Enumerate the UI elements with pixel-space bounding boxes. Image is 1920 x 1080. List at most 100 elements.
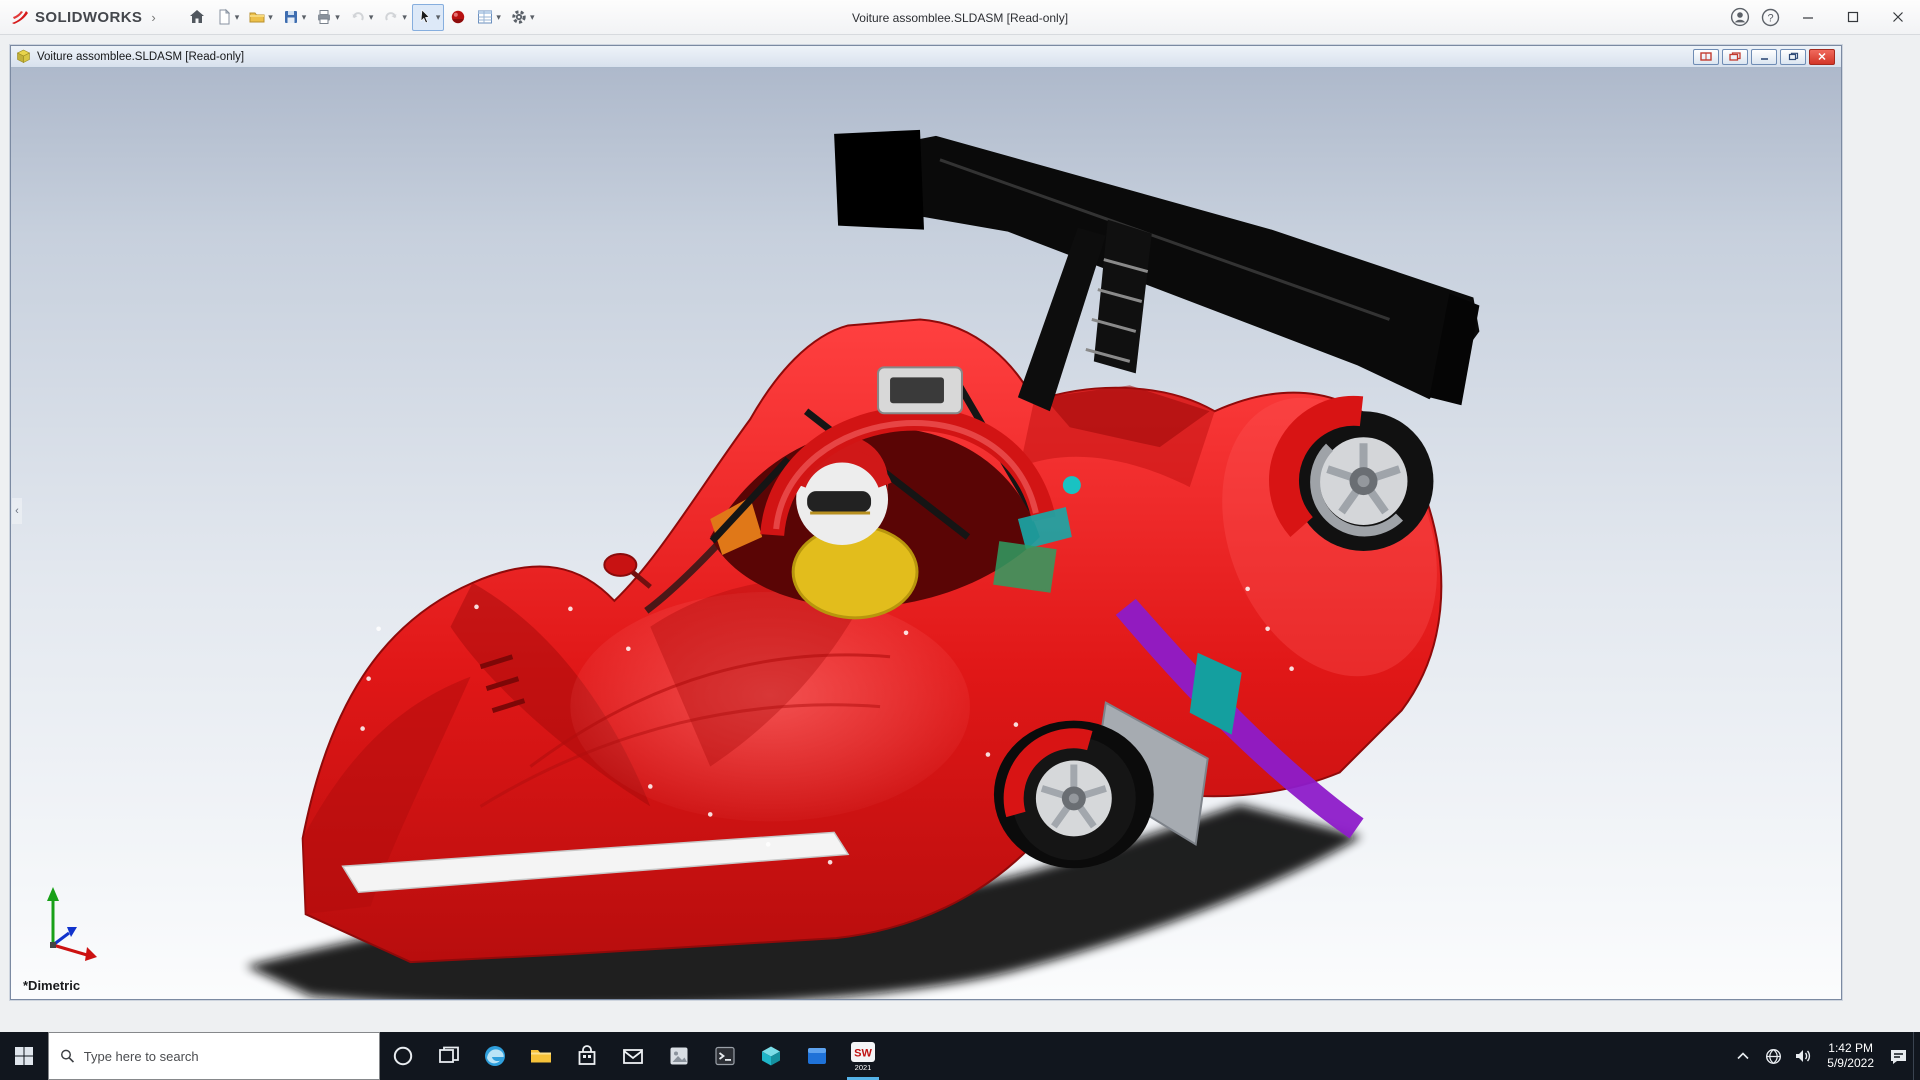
- user-account-icon: [1730, 7, 1750, 27]
- dropdown-caret-icon[interactable]: ▾: [268, 12, 273, 22]
- feature-panel-collapse-arrow[interactable]: ‹: [12, 498, 22, 524]
- print-icon: [318, 10, 331, 24]
- speaker-icon: [1796, 1050, 1811, 1062]
- svg-text:?: ?: [1767, 12, 1773, 24]
- app-maximize-button[interactable]: [1830, 0, 1875, 35]
- menu-expand-arrow[interactable]: ›: [151, 10, 155, 25]
- dropdown-caret-icon[interactable]: ▾: [436, 12, 441, 22]
- search-input[interactable]: [83, 1048, 368, 1064]
- dropdown-caret-icon[interactable]: ▾: [335, 12, 340, 22]
- dropdown-caret-icon[interactable]: ▾: [235, 12, 240, 22]
- network-icon: [1765, 1048, 1781, 1064]
- app-close-button[interactable]: [1875, 0, 1920, 35]
- command-prompt-icon: [715, 1046, 735, 1066]
- dropdown-caret-icon[interactable]: ▾: [302, 12, 307, 22]
- brand-text: SOLIDWORKS: [35, 8, 143, 26]
- taskbar-solidworks-button[interactable]: SW 2021: [840, 1032, 886, 1080]
- doc-pane-button-1[interactable]: [1693, 48, 1719, 65]
- app-title: Voiture assomblee.SLDASM [Read-only]: [851, 10, 1069, 25]
- photos-icon: [670, 1047, 688, 1065]
- new-document-icon: [219, 8, 230, 25]
- mail-icon: [623, 1049, 643, 1064]
- red-sphere-icon: [452, 10, 465, 24]
- dropdown-caret-icon[interactable]: ▾: [496, 12, 501, 22]
- taskbar-photos-button[interactable]: [656, 1032, 702, 1080]
- undo-button[interactable]: ▾: [345, 4, 378, 31]
- system-tray: 1:42 PM 5/9/2022: [1728, 1032, 1920, 1080]
- cortana-button[interactable]: [380, 1032, 426, 1080]
- notification-icon: [1890, 1049, 1906, 1064]
- taskbar-edge-button[interactable]: [472, 1032, 518, 1080]
- orientation-triad: [47, 887, 97, 961]
- taskbar-command-prompt-button[interactable]: [702, 1032, 748, 1080]
- open-folder-icon: [249, 12, 265, 23]
- doc-close-button[interactable]: [1809, 48, 1835, 65]
- options-button[interactable]: ▾: [506, 4, 539, 31]
- help-icon: ?: [1761, 8, 1779, 26]
- maximize-icon: [1847, 11, 1858, 23]
- doc-minimize-button[interactable]: [1751, 48, 1777, 65]
- doc-restore-button[interactable]: [1780, 48, 1806, 65]
- save-button[interactable]: ▾: [278, 4, 311, 31]
- minimize-icon: [1802, 17, 1813, 19]
- tray-volume-button[interactable]: [1788, 1032, 1818, 1080]
- wing-supports: [1017, 219, 1152, 412]
- view-orientation-label: *Dimetric: [23, 978, 81, 993]
- 3d-viewer-icon: [762, 1046, 780, 1066]
- home-button[interactable]: [184, 4, 210, 31]
- tray-network-button[interactable]: [1758, 1032, 1788, 1080]
- remote-desktop-icon: [808, 1048, 826, 1064]
- document-titlebar[interactable]: Voiture assomblee.SLDASM [Read-only]: [11, 46, 1841, 68]
- app-minimize-button[interactable]: [1785, 0, 1830, 35]
- action-center-button[interactable]: [1883, 1032, 1913, 1080]
- account-button[interactable]: [1725, 0, 1755, 35]
- dropdown-caret-icon[interactable]: ▾: [402, 12, 407, 22]
- dropdown-caret-icon[interactable]: ▾: [369, 12, 374, 22]
- dropdown-caret-icon[interactable]: ▾: [530, 12, 535, 22]
- assembly-document-icon: [16, 49, 31, 63]
- close-icon: [1892, 12, 1903, 22]
- graphics-area[interactable]: *Dimetric ‹: [11, 68, 1841, 999]
- show-desktop-button[interactable]: [1913, 1032, 1920, 1080]
- titlebar-right-controls: ?: [1725, 0, 1920, 34]
- cortana-icon: [393, 1046, 413, 1066]
- taskbar-remote-desktop-button[interactable]: [794, 1032, 840, 1080]
- redo-button[interactable]: ▾: [378, 4, 411, 31]
- gear-icon: [512, 10, 526, 24]
- search-icon: [61, 1049, 75, 1063]
- file-explorer-icon: [531, 1050, 551, 1063]
- solidworks-app-icon: SW: [851, 1041, 875, 1062]
- doc-pane-button-2[interactable]: [1722, 48, 1748, 65]
- taskbar-file-explorer-button[interactable]: [518, 1032, 564, 1080]
- table-icon: [478, 10, 493, 24]
- document-window-controls: [1693, 48, 1836, 65]
- task-view-icon: [439, 1046, 459, 1063]
- save-icon: [284, 11, 297, 23]
- taskbar-3d-viewer-button[interactable]: [748, 1032, 794, 1080]
- undo-icon: [352, 12, 364, 21]
- sphere-tool-button[interactable]: [445, 4, 471, 31]
- select-tool-button[interactable]: ▾: [411, 3, 445, 31]
- close-icon: [1818, 52, 1826, 61]
- help-button[interactable]: ?: [1755, 0, 1785, 35]
- taskbar-clock[interactable]: 1:42 PM 5/9/2022: [1818, 1032, 1883, 1080]
- app-titlebar: SOLIDWORKS › ▾ ▾ ▾ ▾ ▾ ▾ ▾ ▾ ▾ Voiture a…: [0, 0, 1920, 35]
- restore-icon: [1788, 52, 1798, 61]
- store-icon: [578, 1045, 596, 1065]
- sensor-dot: [1062, 476, 1081, 495]
- home-icon: [189, 10, 204, 23]
- tray-overflow-button[interactable]: [1728, 1032, 1758, 1080]
- car-3d-model: [245, 129, 1480, 999]
- split-pane-icon: [1700, 52, 1712, 61]
- print-button[interactable]: ▾: [311, 4, 344, 31]
- taskbar-mail-button[interactable]: [610, 1032, 656, 1080]
- start-button[interactable]: [0, 1032, 48, 1080]
- taskbar-store-button[interactable]: [564, 1032, 610, 1080]
- taskbar-search[interactable]: [48, 1032, 380, 1080]
- task-view-button[interactable]: [426, 1032, 472, 1080]
- document-title: Voiture assomblee.SLDASM [Read-only]: [37, 50, 245, 63]
- solidworks-version-badge: 2021: [854, 1062, 872, 1072]
- open-button[interactable]: ▾: [244, 4, 277, 31]
- table-tool-button[interactable]: ▾: [472, 4, 505, 31]
- new-document-button[interactable]: ▾: [211, 4, 244, 31]
